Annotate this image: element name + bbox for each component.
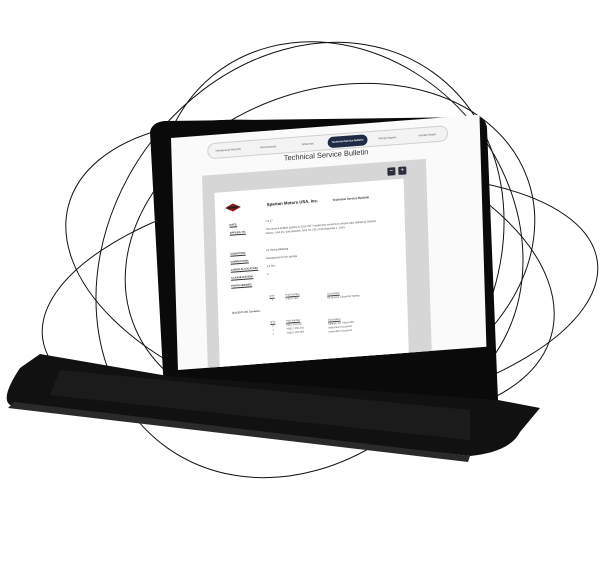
document-page: Spartan Motors USA, Inc. Technical Servi… [214,178,410,370]
parts-qty-cell: 1 [271,298,274,302]
parts-number-cell: 1-2577-001 [285,296,299,301]
classification-label: CLASSIFICATION: [231,275,254,280]
tab-wiring-diagram[interactable]: Wiring Diagram [367,135,407,141]
laptop-screen: Maintenance Records Fleet Manuals Schema… [171,114,487,370]
zoom-out-button[interactable]: − [387,167,396,176]
company-name: Spartan Motors USA, Inc. [266,198,319,207]
document-type: Technical Service Bulletin [332,195,370,202]
date-label: DATE: [229,223,238,227]
kit-description-cell: Instruction Document [328,328,352,334]
tab-schematic[interactable]: Schematic [288,141,328,147]
kit-number-cell: TSB17-250-001 [286,330,305,335]
document-viewer: − + Spartan Motors USA, Inc. Technical S… [202,158,432,370]
applies-to-label: APPLIES TO: [229,230,246,235]
tab-maintenance-records[interactable]: Maintenance Records [208,147,248,153]
tab-activate-master[interactable]: Activate Master [407,132,447,138]
labor-allocation-label: LABOR ALLOCATION: [230,266,259,272]
kit-qty-cell: 1 [272,332,275,336]
parts-needed-label: PARTS NEEDED: [231,283,253,288]
condition-label: CONDITION: [230,251,246,256]
tab-technical-service-bulletin[interactable]: Technical Service Bulletin [327,133,368,148]
company-logo [224,203,241,212]
zoom-in-button[interactable]: + [398,166,407,175]
tab-fleet-manuals[interactable]: Fleet Manuals [248,144,288,150]
correction-label: CORRECTION: [230,259,249,264]
kit-contents-label: (K)1-2577-001 Contains: [232,309,261,315]
